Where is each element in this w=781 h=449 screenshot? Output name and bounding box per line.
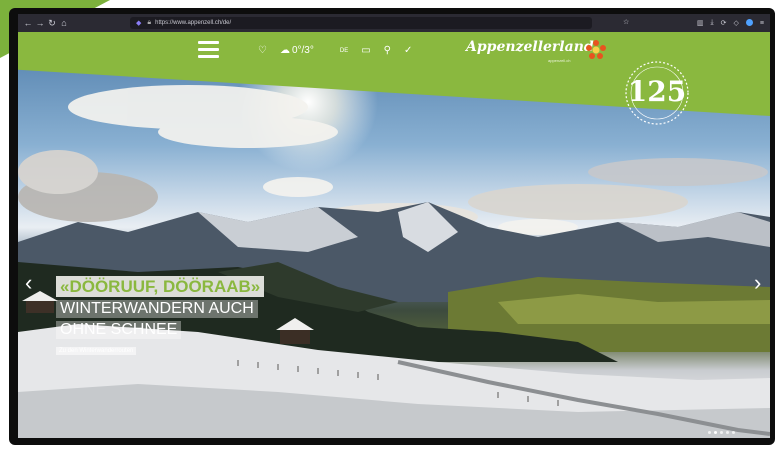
anniversary-badge[interactable]: 125 [622, 58, 692, 128]
hamburger-menu-icon[interactable] [198, 41, 219, 58]
slider-dot[interactable] [732, 431, 735, 434]
slider-dot[interactable] [720, 431, 723, 434]
slider-dot[interactable] [714, 431, 717, 434]
language-switch[interactable]: DE [340, 48, 348, 54]
home-icon[interactable]: ⌂ [58, 14, 70, 32]
slide-subline-1: WINTERWANDERN AUCH [56, 300, 258, 318]
site-logo-sub: appenzell.ch [548, 58, 571, 63]
slider-next-arrow-icon[interactable]: › [754, 272, 761, 294]
star-bookmark-icon[interactable]: ☆ [623, 14, 629, 32]
slide-headline: «DÖÖRUUF, DÖÖRAAB» [56, 276, 265, 297]
slider-dot[interactable] [726, 431, 729, 434]
webcam-icon[interactable]: ▭ [361, 45, 370, 56]
weather-icon[interactable]: ☁ 0°/3° [280, 45, 327, 56]
search-icon[interactable]: ⚲ [384, 45, 391, 56]
forward-arrow-icon[interactable]: → [34, 14, 46, 32]
lock-icon[interactable]: 🔒︎ [147, 19, 151, 27]
shield-icon[interactable]: ◆ [136, 19, 141, 27]
browser-menu-icon[interactable]: ≡ [760, 20, 764, 27]
download-icon[interactable]: ⤓ [711, 19, 714, 27]
sync-icon[interactable]: ⟳ [721, 19, 727, 27]
anniversary-number: 125 [627, 75, 687, 108]
slider-dots[interactable] [708, 431, 738, 434]
back-arrow-icon[interactable]: ← [22, 14, 34, 32]
header-tools: ♡ ☁ 0°/3° DE ▭ ⚲ ✓ [258, 45, 425, 56]
site-logo[interactable]: Appenzellerland. [466, 39, 599, 55]
heart-icon[interactable]: ♡ [258, 45, 267, 56]
checklist-icon[interactable]: ✓ [404, 45, 412, 56]
reload-icon[interactable]: ↻ [46, 14, 58, 32]
slide-link[interactable]: Zu den Winterwanderrouten [56, 347, 137, 355]
browser-screen: ← → ↻ ⌂ ◆ 🔒︎ https://www.appenzell.ch/de… [18, 14, 770, 438]
slider-dot[interactable] [708, 431, 711, 434]
slider-prev-arrow-icon[interactable]: ‹ [25, 272, 32, 294]
url-text: https://www.appenzell.ch/de/ [155, 20, 232, 26]
logo-flower-icon [586, 40, 606, 59]
weather-temperature: 0°/3° [291, 45, 314, 56]
profile-icon[interactable] [745, 18, 753, 28]
address-bar[interactable]: ◆ 🔒︎ https://www.appenzell.ch/de/ [130, 17, 592, 29]
browser-toolbar: ← → ↻ ⌂ ◆ 🔒︎ https://www.appenzell.ch/de… [18, 14, 770, 32]
slide-caption: «DÖÖRUUF, DÖÖRAAB» WINTERWANDERN AUCH OH… [56, 276, 265, 357]
library-icon[interactable]: ▥ [697, 19, 704, 27]
extensions-icon[interactable]: ◇ [734, 19, 739, 27]
slide-subline-2: OHNE SCHNEE [56, 321, 182, 339]
